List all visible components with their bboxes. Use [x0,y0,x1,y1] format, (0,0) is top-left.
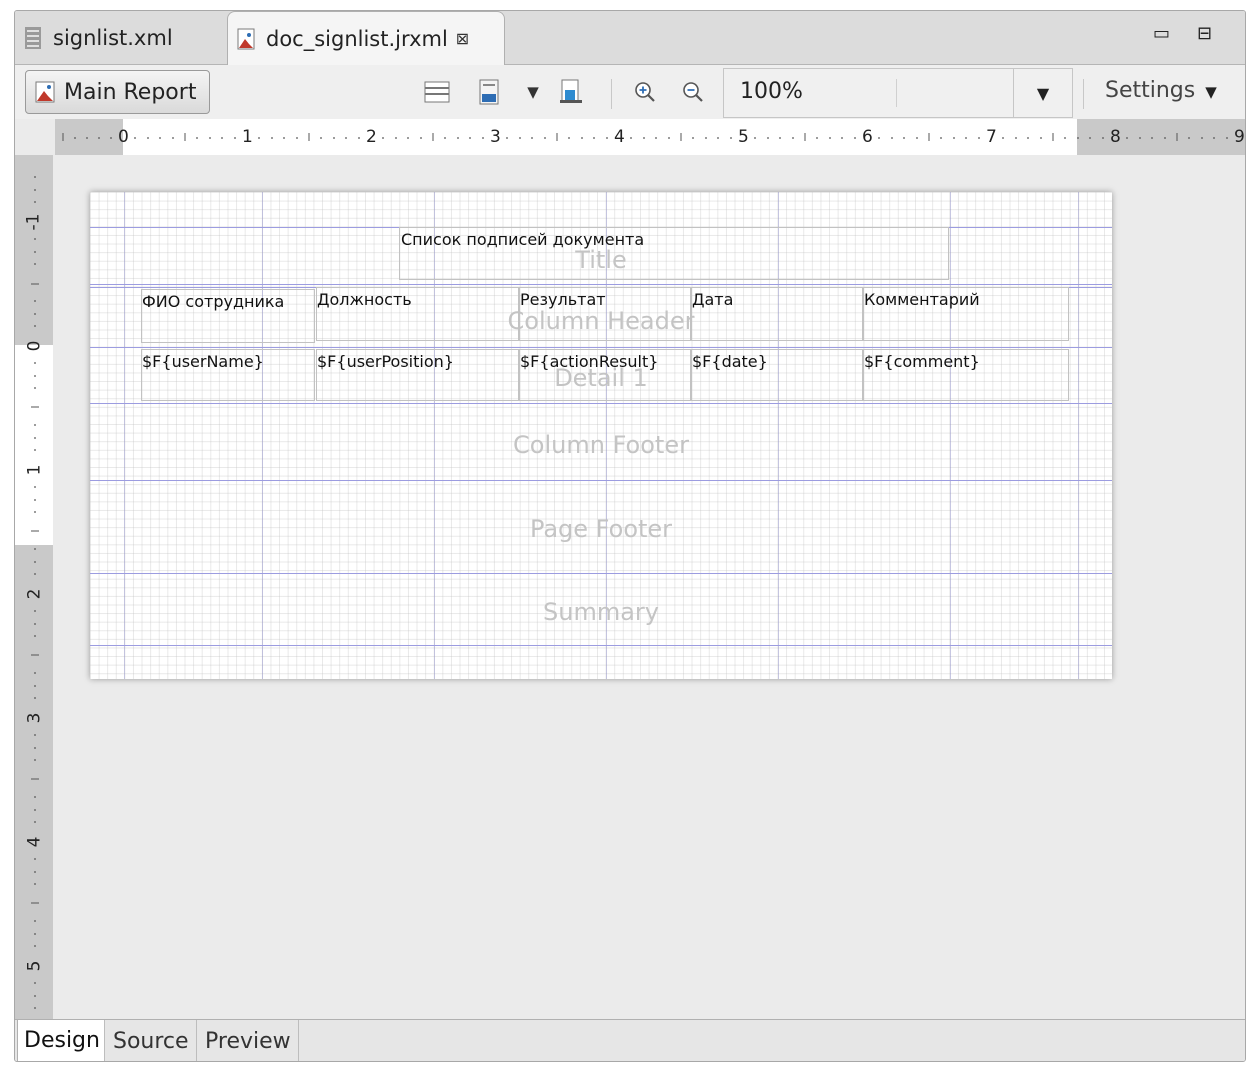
tab-signlist-xml[interactable]: signlist.xml [23,11,223,64]
ruler-label: 8 [1110,127,1121,147]
detail-field[interactable]: $F{userPosition} [316,349,519,401]
header-text: Должность [317,290,412,309]
editor-frame: signlist.xml doc_signlist.jrxml ⊠ ▭ ⊟ Ma… [14,10,1246,1062]
close-tab-icon[interactable]: ⊠ [456,29,469,48]
ruler-ticks [62,133,1228,141]
ruler-label: 2 [366,127,377,147]
field-expression: $F{userPosition} [317,352,454,371]
report-file-icon [237,28,255,49]
report-icon [35,81,55,103]
column-header-field[interactable]: Должность [316,287,519,341]
ruler-label: 7 [986,127,997,147]
ruler-label: 5 [738,127,749,147]
main-report-button[interactable]: Main Report [25,70,210,114]
column-header-field[interactable]: Комментарий [863,287,1069,341]
ruler-label: 2 [24,588,45,600]
zoom-value: 100% [740,79,803,104]
ruler-label: 1 [242,127,253,147]
vertical-ruler: -1 0 1 2 3 4 5 [15,155,53,1019]
band-line [90,284,1112,285]
report-toolbar: Main Report ▼ 100% ▼ Settings ▼ [15,65,1245,119]
editor-tab-bar: signlist.xml doc_signlist.jrxml ⊠ ▭ ⊟ [15,11,1245,65]
zoom-out-icon[interactable] [679,78,707,106]
ruler-label: 5 [24,960,45,972]
header-text: Комментарий [864,290,980,309]
margin-guide [1078,192,1079,679]
detail-field[interactable]: $F{date} [691,349,863,401]
horizontal-ruler: 0 1 2 3 4 5 6 7 8 9 [55,119,1245,155]
ruler-ticks [31,176,39,1009]
detail-field[interactable]: $F{userName} [141,349,315,401]
toolbar-separator [611,79,612,109]
inch-guide [950,192,951,679]
ruler-label: 9 [1234,127,1245,147]
band-layout-icon[interactable] [423,78,451,106]
field-expression: $F{userName} [142,352,264,371]
dropdown-arrow-icon[interactable]: ▼ [519,78,547,106]
header-text: Результат [520,290,606,309]
field-expression: $F{actionResult} [520,352,659,371]
zoom-in-icon[interactable] [631,78,659,106]
maximize-icon[interactable]: ⊟ [1197,23,1212,44]
dataset-icon[interactable] [475,78,503,106]
editor-mode-tabs: Design Source Preview [15,1019,1245,1061]
compile-report-icon[interactable] [557,78,585,106]
ruler-label: 6 [862,127,873,147]
zoom-dropdown-icon[interactable]: ▼ [1013,69,1072,117]
field-expression: $F{date} [692,352,768,371]
band-line [90,645,1112,646]
band-line [90,480,1112,481]
tab-source[interactable]: Source [107,1020,197,1061]
band-line [90,347,1112,348]
band-line [90,573,1112,574]
band-page-footer-label: Page Footer [529,515,673,543]
title-static-text[interactable]: Список подписей документа [399,227,949,280]
field-expression: $F{comment} [864,352,980,371]
band-column-footer-label: Column Footer [513,431,689,459]
band-summary-label: Summary [543,598,659,626]
ruler-label: 1 [24,464,45,476]
ruler-label: -1 [23,213,44,231]
report-page[interactable]: Title Column Header Detail 1 Column Foot… [90,192,1112,679]
tab-design[interactable]: Design [17,1020,105,1061]
inch-guide [262,192,263,679]
zoom-combo[interactable]: 100% ▼ [723,68,1073,118]
toolbar-separator [1083,79,1084,109]
header-text: ФИО сотрудника [142,292,285,311]
ruler-label: 0 [24,340,45,352]
tab-label: signlist.xml [53,25,173,50]
ruler-label: 4 [614,127,625,147]
column-header-field[interactable]: Результат [519,287,691,341]
ruler-label: 4 [24,836,45,848]
text-file-icon [25,26,41,49]
column-header-field[interactable]: ФИО сотрудника [141,289,315,343]
tab-doc-signlist-jrxml[interactable]: doc_signlist.jrxml ⊠ [227,11,505,65]
ruler-label: 3 [490,127,501,147]
ruler-label: 3 [24,712,45,724]
tab-label: doc_signlist.jrxml [266,26,448,51]
header-text: Дата [692,290,734,309]
band-line [90,403,1112,404]
zoom-separator [896,79,897,107]
column-header-field[interactable]: Дата [691,287,863,341]
detail-field[interactable]: $F{comment} [863,349,1069,401]
ruler-label: 0 [118,127,129,147]
main-report-label: Main Report [64,79,197,105]
detail-field[interactable]: $F{actionResult} [519,349,691,401]
title-text: Список подписей документа [401,230,645,249]
settings-button[interactable]: Settings ▼ [1105,78,1217,103]
settings-label: Settings [1105,78,1196,103]
margin-guide [124,192,125,679]
chevron-down-icon: ▼ [1205,83,1217,101]
minimize-icon[interactable]: ▭ [1153,23,1170,44]
tab-preview[interactable]: Preview [199,1020,299,1061]
